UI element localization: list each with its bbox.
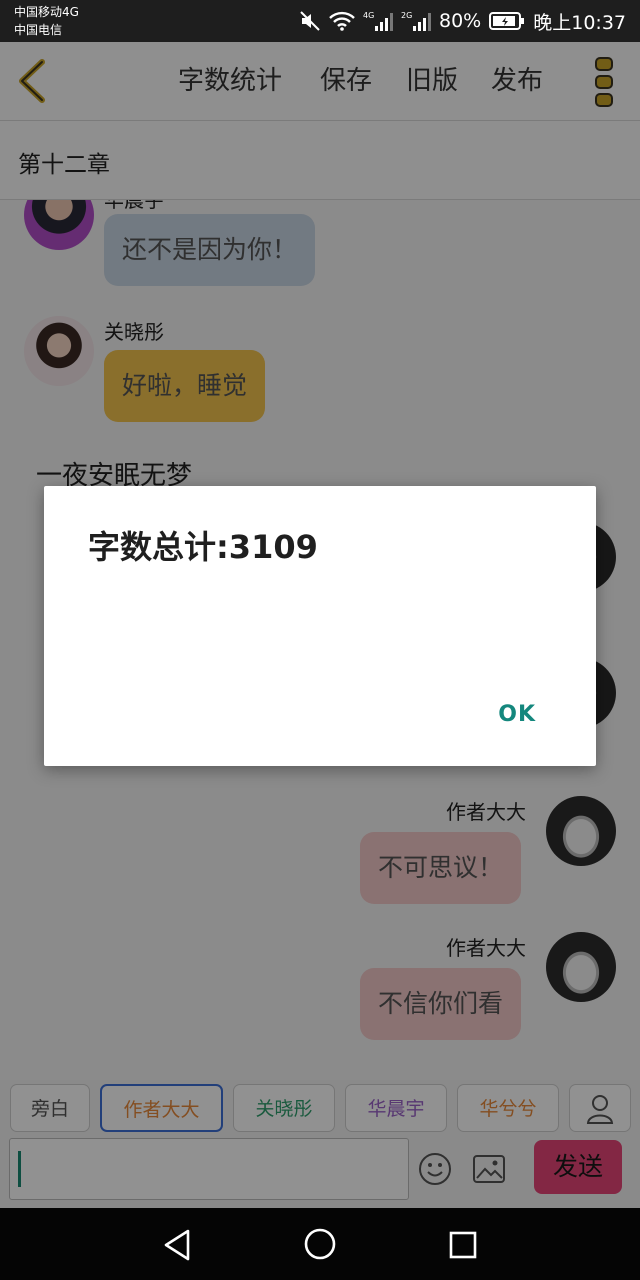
carrier-1: 中国移动4G (14, 5, 79, 19)
dialog-ok-button[interactable]: OK (498, 702, 536, 727)
battery-percent: 80% (439, 10, 482, 32)
nav-recents-icon (449, 1231, 477, 1259)
mute-icon (299, 10, 321, 32)
word-count-dialog: 字数总计:3109 OK (44, 486, 596, 766)
battery-icon (489, 12, 525, 30)
system-nav-bar (0, 1208, 640, 1280)
signal-icon: 4G (363, 10, 393, 32)
nav-home-button[interactable] (302, 1226, 338, 1262)
nav-home-icon (304, 1228, 336, 1260)
signal-1-label: 4G (363, 11, 374, 20)
wifi-icon (329, 11, 355, 31)
nav-recents-button[interactable] (448, 1230, 478, 1260)
nav-back-button[interactable] (160, 1228, 196, 1262)
signal-2-label: 2G (401, 11, 412, 20)
nav-back-icon (164, 1229, 190, 1261)
signal-icon-2: 2G (401, 10, 431, 32)
status-bar: 中国移动4G 中国电信 4G 2G 80% 晚上10:37 (0, 0, 640, 42)
dialog-message: 字数总计:3109 (88, 528, 318, 566)
carrier-2: 中国电信 (14, 23, 63, 37)
clock: 晚上10:37 (533, 11, 626, 34)
